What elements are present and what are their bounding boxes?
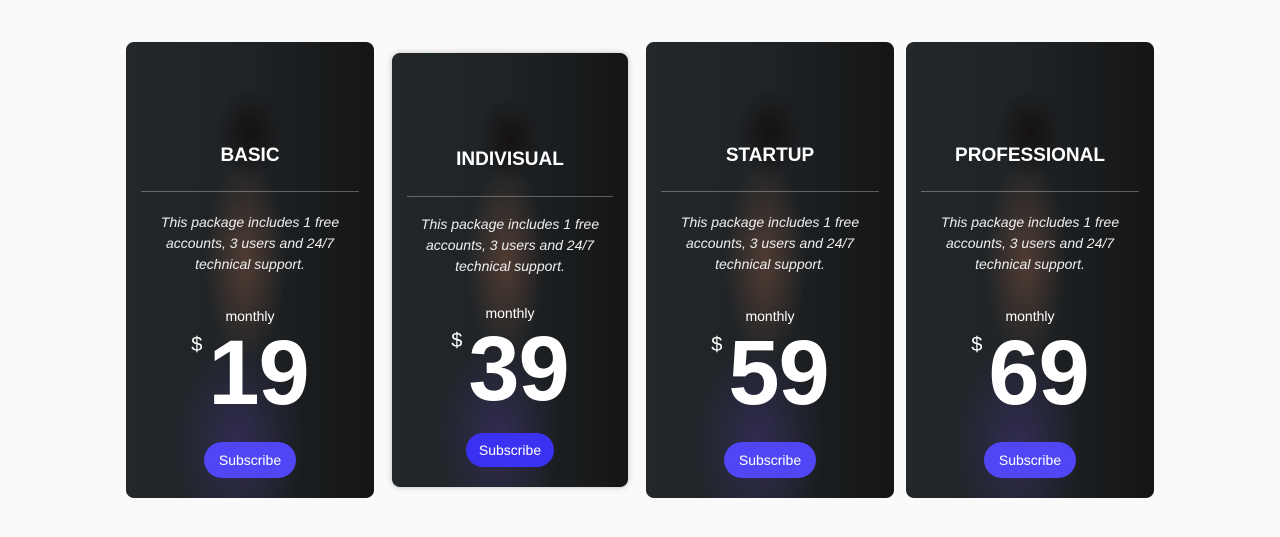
pricing-card: BASIC This package includes 1 free accou… [126,42,374,498]
price-amount: 59 [728,322,829,424]
plan-description: This package includes 1 free accounts, 3… [160,214,340,272]
plan-name: BASIC [220,145,280,166]
divider [921,191,1139,192]
subscribe-button[interactable]: Subscribe [724,442,816,478]
pricing-card: PROFESSIONAL This package includes 1 fre… [906,42,1154,498]
price-amount: 39 [468,318,569,420]
currency-symbol: $ [451,330,463,352]
currency-symbol: $ [191,334,203,356]
price: $ 59 [646,322,894,424]
price-amount: 19 [208,322,309,424]
pricing-card: INDIVISUAL This package includes 1 free … [392,53,628,487]
plan-description: This package includes 1 free accounts, 3… [680,214,860,272]
subscribe-button[interactable]: Subscribe [466,433,554,467]
divider [141,191,359,192]
plan-name: PROFESSIONAL [955,145,1105,166]
divider [407,196,613,197]
plan-name: INDIVISUAL [456,149,564,170]
price: $ 69 [906,322,1154,424]
subscribe-button[interactable]: Subscribe [204,442,296,478]
plan-description: This package includes 1 free accounts, 3… [940,214,1120,272]
currency-symbol: $ [971,334,983,356]
divider [661,191,879,192]
price: $ 19 [126,322,374,424]
price-amount: 69 [988,322,1089,424]
currency-symbol: $ [711,334,723,356]
subscribe-button[interactable]: Subscribe [984,442,1076,478]
price: $ 39 [392,318,628,420]
plan-name: STARTUP [725,145,815,166]
pricing-card: STARTUP This package includes 1 free acc… [646,42,894,498]
plan-description: This package includes 1 free accounts, 3… [420,216,600,274]
